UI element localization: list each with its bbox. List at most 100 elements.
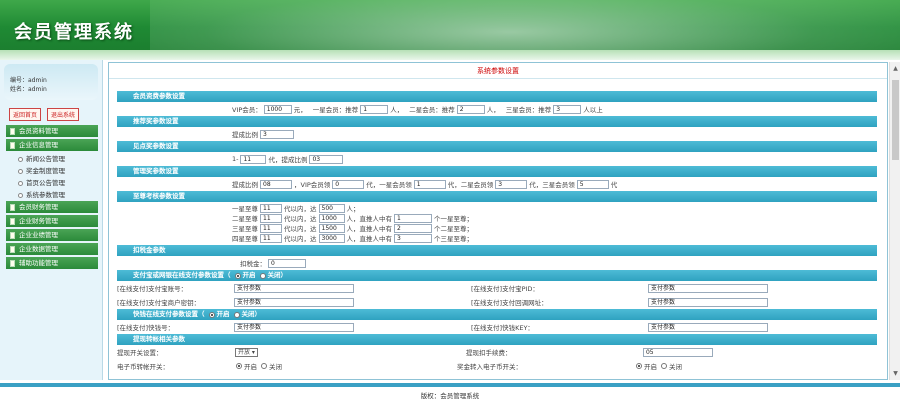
vertical-scrollbar[interactable]: ▲ ▼: [889, 62, 900, 380]
main-panel: 系统参数设置 会员资费参数设置 VIP会员： 1000 元， 一星会员：推荐 1…: [108, 62, 888, 380]
sidebar-item-member-data[interactable]: 会员资料管理: [6, 125, 98, 137]
supreme-gen-input[interactable]: 11: [260, 203, 282, 213]
sidebar-item-enterprise-data[interactable]: 企业数据管理: [6, 243, 98, 255]
row-tax: 扣税金： 0: [117, 256, 877, 270]
menu-icon: [10, 141, 15, 149]
supreme-direct-input[interactable]: 2: [394, 223, 432, 233]
vip-gen-input[interactable]: 0: [332, 179, 365, 189]
alipay-pid-input[interactable]: 支付参数: [648, 283, 768, 293]
logout-button[interactable]: 退出系统: [47, 108, 80, 121]
section-referral-bonus: 推荐奖参数设置: [117, 116, 877, 127]
menu-icon: [10, 127, 15, 135]
scroll-thumb[interactable]: [892, 80, 899, 160]
home-button[interactable]: 返回首页: [9, 108, 42, 121]
supreme-row: 四星至尊 11 代以内，达 3000 人，直推人中有 3 个三星至尊；: [232, 233, 473, 243]
row-alipay-2: [在线支付]支付宝商户密钥： 支付参数 [在线支付]支付回调网址： 支付参数: [117, 295, 877, 309]
withdraw-switch-select[interactable]: 开放 ▾: [235, 347, 258, 357]
section-management-bonus: 管理奖参数设置: [117, 166, 877, 177]
row-withdraw-1: 提现开关设置： 开放 ▾ 提现扣手续费： 05: [117, 345, 877, 359]
star3-gen-input[interactable]: 5: [576, 179, 609, 189]
footer-copyright: 版权：会员管理系统: [420, 392, 480, 400]
sidebar-item-enterprise-info[interactable]: 企业信息管理: [6, 139, 98, 151]
page-title: 系统参数设置: [109, 63, 887, 79]
row-member-fee: VIP会员： 1000 元， 一星会员：推荐 1 人， 二星会员：推荐 2 人，…: [232, 104, 603, 114]
section-tax: 扣税金参数: [117, 245, 877, 256]
supreme-rows: 一星至尊 11 代以内，达 500 人； 二星至尊 11 代以内，达 1000 …: [109, 203, 887, 243]
kuaiqian-on-radio[interactable]: [208, 311, 215, 318]
alipay-off-radio[interactable]: [259, 272, 266, 279]
scroll-down-icon[interactable]: ▼: [891, 369, 900, 378]
bonus-transfer-on-radio[interactable]: [636, 363, 642, 369]
tax-input[interactable]: 0: [268, 258, 306, 268]
row-point-bonus: 1- 11 代，提成比例 03: [117, 152, 877, 166]
section-supreme-assessment: 至尊考核参数设置: [117, 191, 877, 202]
row-management-bonus: 提成比例 08 ，VIP会员领 0 代，一星会员领 1 代，二星会员领 3 代，…: [232, 179, 618, 189]
vip-fee-input[interactable]: 1000: [263, 104, 292, 114]
user-id: 编号：admin: [10, 77, 47, 84]
star3-referral-input[interactable]: 3: [553, 104, 582, 114]
star1-gen-input[interactable]: 1: [413, 179, 446, 189]
supreme-count-input[interactable]: 1500: [318, 223, 345, 233]
menu-icon: [10, 203, 15, 211]
kuaiqian-key-input[interactable]: 支付参数: [648, 322, 768, 332]
sidebar-subitem-system-params[interactable]: 系统参数管理: [6, 189, 98, 201]
bullet-icon: [18, 168, 23, 174]
supreme-direct-input[interactable]: 3: [394, 233, 432, 243]
supreme-gen-input[interactable]: 11: [260, 233, 282, 243]
alipay-key-input[interactable]: 支付参数: [234, 297, 354, 307]
menu-icon: [10, 217, 15, 225]
supreme-count-input[interactable]: 1000: [318, 213, 345, 223]
header-banner: 会员管理系统: [0, 0, 900, 60]
sidebar-item-enterprise-finance[interactable]: 企业财务管理: [6, 215, 98, 227]
transfer-on-radio[interactable]: [236, 363, 242, 369]
withdraw-fee-input[interactable]: 05: [642, 347, 713, 357]
bullet-icon: [18, 180, 23, 186]
row-kuaiqian: [在线支付]快钱号： 支付参数 [在线支付]快钱KEY： 支付参数: [117, 320, 877, 334]
star2-referral-input[interactable]: 2: [456, 104, 485, 114]
alipay-account-input[interactable]: 支付参数: [234, 283, 354, 293]
row-withdraw-2: 电子币转帐开关： 开启 关闭 奖金转入电子币开关： 开启 关闭: [117, 363, 682, 371]
alipay-callback-input[interactable]: 支付参数: [648, 297, 768, 307]
mgmt-rate-input[interactable]: 08: [260, 179, 292, 189]
bonus-transfer-off-radio[interactable]: [661, 363, 667, 369]
sidebar-item-enterprise-performance[interactable]: 企业业绩管理: [6, 229, 98, 241]
row-referral-bonus: 提成比例 3: [117, 127, 877, 141]
supreme-gen-input[interactable]: 11: [260, 223, 282, 233]
kuaiqian-off-radio[interactable]: [233, 311, 240, 318]
star2-gen-input[interactable]: 3: [495, 179, 528, 189]
section-withdraw: 提现转帐相关参数: [117, 334, 877, 345]
sidebar-menu: 会员资料管理 企业信息管理 新闻公告管理 奖金制度管理 首页公告管理 系统参数管…: [0, 125, 102, 269]
bullet-icon: [18, 156, 23, 162]
section-member-fee: 会员资费参数设置: [117, 91, 877, 102]
app-title: 会员管理系统: [14, 22, 134, 43]
referral-rate-input[interactable]: 3: [260, 129, 294, 139]
point-generations-input[interactable]: 11: [240, 154, 267, 164]
star1-referral-input[interactable]: 1: [360, 104, 389, 114]
menu-icon: [10, 259, 15, 267]
supreme-count-input[interactable]: 3000: [318, 233, 345, 243]
kuaiqian-id-input[interactable]: 支付参数: [234, 322, 354, 332]
point-rate-input[interactable]: 03: [309, 154, 344, 164]
scroll-up-icon[interactable]: ▲: [891, 64, 900, 73]
user-name: 姓名：admin: [10, 86, 47, 93]
sidebar: 编号：admin 姓名：admin 返回首页 退出系统 会员资料管理 企业信息管…: [0, 60, 103, 380]
bullet-icon: [18, 192, 23, 198]
supreme-gen-input[interactable]: 11: [260, 213, 282, 223]
supreme-direct-input[interactable]: 1: [394, 213, 432, 223]
section-alipay: 支付宝或网银在线支付参数设置（ 开启 关闭）: [117, 270, 877, 281]
sidebar-item-member-finance[interactable]: 会员财务管理: [6, 201, 98, 213]
sidebar-subitem-home-notice[interactable]: 首页公告管理: [6, 177, 98, 189]
sidebar-item-auxiliary[interactable]: 辅助功能管理: [6, 257, 98, 269]
supreme-row: 二星至尊 11 代以内，达 1000 人，直推人中有 1 个一星至尊；: [232, 213, 473, 223]
row-alipay-1: [在线支付]支付宝账号： 支付参数 [在线支付]支付宝PID： 支付参数: [117, 281, 877, 295]
menu-icon: [10, 231, 15, 239]
transfer-off-radio[interactable]: [261, 363, 267, 369]
header-decoration: [150, 0, 900, 50]
sidebar-subitem-news[interactable]: 新闻公告管理: [6, 153, 98, 165]
sidebar-subitem-bonus[interactable]: 奖金制度管理: [6, 165, 98, 177]
supreme-count-input[interactable]: 500: [318, 203, 345, 213]
supreme-row: 一星至尊 11 代以内，达 500 人；: [232, 203, 360, 213]
section-kuaiqian: 快钱在线支付参数设置（ 开启 关闭）: [117, 309, 877, 320]
menu-icon: [10, 245, 15, 253]
alipay-on-radio[interactable]: [234, 272, 241, 279]
